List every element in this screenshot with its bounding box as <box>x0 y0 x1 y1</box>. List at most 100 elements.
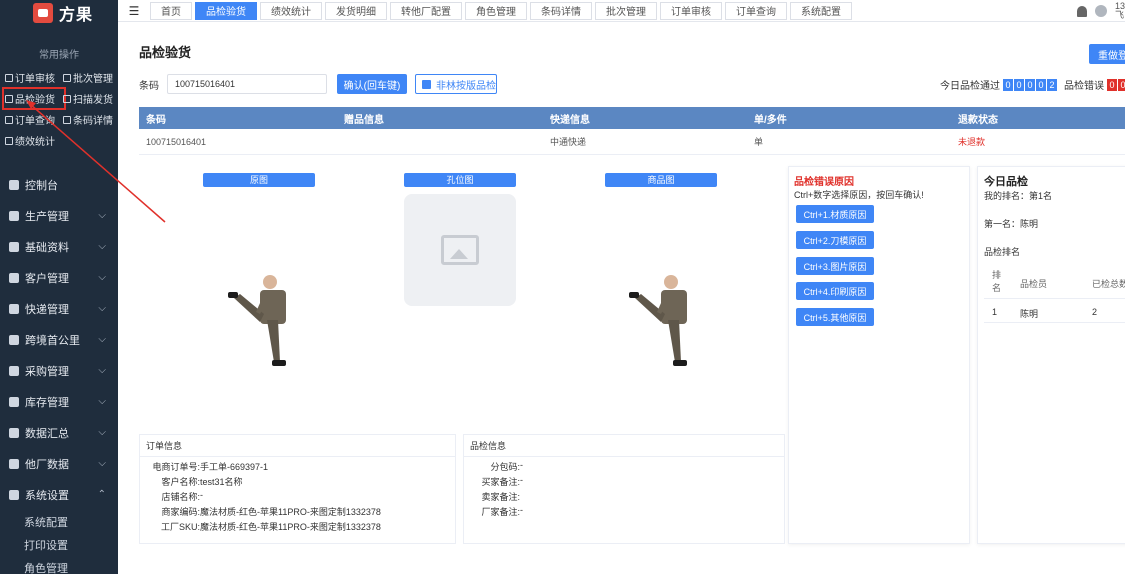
tab-system-config[interactable]: 系统配置 <box>790 1 852 20</box>
product-image-label[interactable]: 商品图 <box>605 173 717 187</box>
chevron-down-icon: ⌵ <box>98 241 106 252</box>
sidebar-item-label: 快递管理 <box>25 303 69 316</box>
reason-die-button[interactable]: Ctrl+2.刀模原因 <box>796 231 874 249</box>
quick-item-batch[interactable]: 批次管理 <box>63 69 121 86</box>
quick-item-scan-ship[interactable]: 扫描发货 <box>63 90 121 107</box>
original-image-label[interactable]: 原图 <box>203 173 315 187</box>
redo-button[interactable]: 重做登 <box>1089 44 1125 64</box>
quick-item-label: 订单审核 <box>15 74 55 85</box>
cell-piece: 单 <box>754 137 764 147</box>
reason-material-button[interactable]: Ctrl+1.材质原因 <box>796 205 874 223</box>
search-doc-icon <box>5 115 13 124</box>
rank-title: 品检排名 <box>984 247 1021 257</box>
reason-print-button[interactable]: Ctrl+4.印刷原因 <box>796 282 874 300</box>
info-key: 店铺名称: <box>161 492 200 502</box>
sidebar-item-purchasing[interactable]: 采购管理 ⌵ <box>0 355 118 386</box>
sidebar-item-label: 系统设置 <box>25 489 69 502</box>
info-value: test31名称 <box>200 477 243 487</box>
sidebar-item-cross-border[interactable]: 跨境首公里 ⌵ <box>0 324 118 355</box>
tab-performance[interactable]: 绩效统计 <box>260 1 322 20</box>
user-name[interactable]: 13 飞 <box>1115 2 1125 20</box>
image-placeholder-icon <box>441 235 479 265</box>
scan-icon <box>63 94 71 103</box>
sidebar-item-other-factory[interactable]: 他厂数据 ⌵ <box>0 448 118 479</box>
quick-item-order-review[interactable]: 订单审核 <box>5 69 63 86</box>
qc-info-row: 卖家备注: <box>464 490 784 505</box>
sidebar-item-customers[interactable]: 客户管理 ⌵ <box>0 262 118 293</box>
quick-actions-title: 常用操作 <box>39 50 79 61</box>
confirm-button[interactable]: 确认(回车键) <box>337 74 407 94</box>
info-key: 工厂SKU: <box>160 522 200 532</box>
sidebar-item-dashboard[interactable]: 控制台 <box>0 169 118 200</box>
tab-order-review[interactable]: 订单审核 <box>660 1 722 20</box>
tab-batch[interactable]: 批次管理 <box>595 1 657 20</box>
tab-order-query[interactable]: 订单查询 <box>725 1 787 20</box>
avatar[interactable] <box>1095 5 1107 17</box>
sidebar-item-production[interactable]: 生产管理 ⌵ <box>0 200 118 231</box>
chevron-up-icon: ⌃ <box>97 489 106 500</box>
sidebar-item-data-summary[interactable]: 数据汇总 ⌵ <box>0 417 118 448</box>
tab-transfer-config[interactable]: 转他厂配置 <box>390 1 462 20</box>
tab-home[interactable]: 首页 <box>150 1 192 20</box>
rank-col-rank: 排名 <box>992 270 1002 293</box>
tab-qc[interactable]: 品检验货 <box>195 1 257 20</box>
qc-info-card: 品检信息 分包码: - 买家备注: - 卖家备注: 厂家备注: - <box>463 434 785 544</box>
sidebar-subitem-system-config[interactable]: 系统配置 <box>0 510 118 533</box>
sidebar: 方果 常用操作 订单审核 批次管理 品检验货 扫描发货 订单查询 条码详情 绩效… <box>0 0 118 574</box>
tab-shipping-detail[interactable]: 发货明细 <box>325 1 387 20</box>
rank-cell-rank: 1 <box>992 307 998 317</box>
quick-item-qc[interactable]: 品检验货 <box>2 87 66 110</box>
sidebar-item-label: 库存管理 <box>25 396 69 409</box>
sidebar-subitem-print-settings[interactable]: 打印设置 <box>0 533 118 556</box>
main-content: 品检验货 重做登 条码 100715016401 确认(回车键) 非林按版品检 … <box>118 22 1125 574</box>
info-value: - <box>520 505 523 515</box>
app-logo[interactable]: 方果 <box>0 0 118 26</box>
order-info-row: 工厂SKU: 魔法材质-红色-苹果11PRO-来图定制1332378 <box>140 520 455 535</box>
reason-other-button[interactable]: Ctrl+5.其他原因 <box>796 308 874 326</box>
tab-barcode-detail[interactable]: 条码详情 <box>530 1 592 20</box>
sidebar-subitem-role-management[interactable]: 角色管理 <box>0 556 118 574</box>
barcode-input[interactable]: 100715016401 <box>167 74 327 94</box>
table-row[interactable]: 1 陈明 2 <box>984 301 1125 323</box>
barcode-row: 条码 100715016401 确认(回车键) 非林按版品检 <box>139 74 497 94</box>
info-value: - <box>200 490 203 500</box>
reason-image-button[interactable]: Ctrl+3.图片原因 <box>796 257 874 275</box>
chart-icon <box>5 136 13 145</box>
sidebar-item-basic-data[interactable]: 基础资料 ⌵ <box>0 231 118 262</box>
table-row[interactable]: 100715016401 中通快递 单 未退款 <box>139 129 1125 155</box>
hole-image-label[interactable]: 孔位图 <box>404 173 516 187</box>
pass-digit: 0 <box>1014 78 1024 91</box>
cell-express: 中通快递 <box>550 137 587 147</box>
qc-error-reasons-card: 品检错误原因 Ctrl+数字选择原因，按回车确认! Ctrl+1.材质原因 Ct… <box>788 166 970 544</box>
pie-chart-icon <box>9 427 19 438</box>
product-image[interactable] <box>621 272 697 374</box>
sidebar-item-inventory[interactable]: 库存管理 ⌵ <box>0 386 118 417</box>
factory-icon <box>9 210 19 221</box>
barcode-icon <box>63 115 71 124</box>
page-title: 品检验货 <box>139 45 192 60</box>
bell-icon[interactable] <box>1077 5 1087 17</box>
original-image[interactable] <box>220 272 296 374</box>
pass-digit: 2 <box>1047 78 1057 91</box>
barcode-label: 条码 <box>139 80 159 92</box>
column-header-express: 快递信息 <box>550 114 590 126</box>
quick-item-barcode[interactable]: 条码详情 <box>63 111 121 128</box>
chevron-down-icon: ⌵ <box>98 272 106 283</box>
pass-digit: 0 <box>1036 78 1046 91</box>
tab-roles[interactable]: 角色管理 <box>465 1 527 20</box>
layers-icon <box>63 73 71 82</box>
menu-toggle-icon[interactable]: ☰ <box>118 4 150 18</box>
sidebar-item-system-settings[interactable]: 系统设置 ⌃ <box>0 479 118 510</box>
chevron-down-icon: ⌵ <box>98 458 106 469</box>
sidebar-item-express[interactable]: 快递管理 ⌵ <box>0 293 118 324</box>
info-value: - <box>520 460 523 470</box>
quick-item-order-query[interactable]: 订单查询 <box>5 111 63 128</box>
quick-item-label: 绩效统计 <box>15 137 55 148</box>
column-header-barcode: 条码 <box>146 114 166 126</box>
order-info-row: 客户名称: test31名称 <box>140 475 455 490</box>
quick-item-performance[interactable]: 绩效统计 <box>5 132 63 149</box>
non-forest-checkbox[interactable]: 非林按版品检 <box>415 74 497 94</box>
rank-cell-total: 2 <box>1092 307 1098 317</box>
hole-image-placeholder[interactable] <box>404 194 516 306</box>
today-qc-card: 今日品检 我的排名：第1名 第一名：陈明 品检排名 排名 品检员 已检总数 1 … <box>977 166 1125 544</box>
